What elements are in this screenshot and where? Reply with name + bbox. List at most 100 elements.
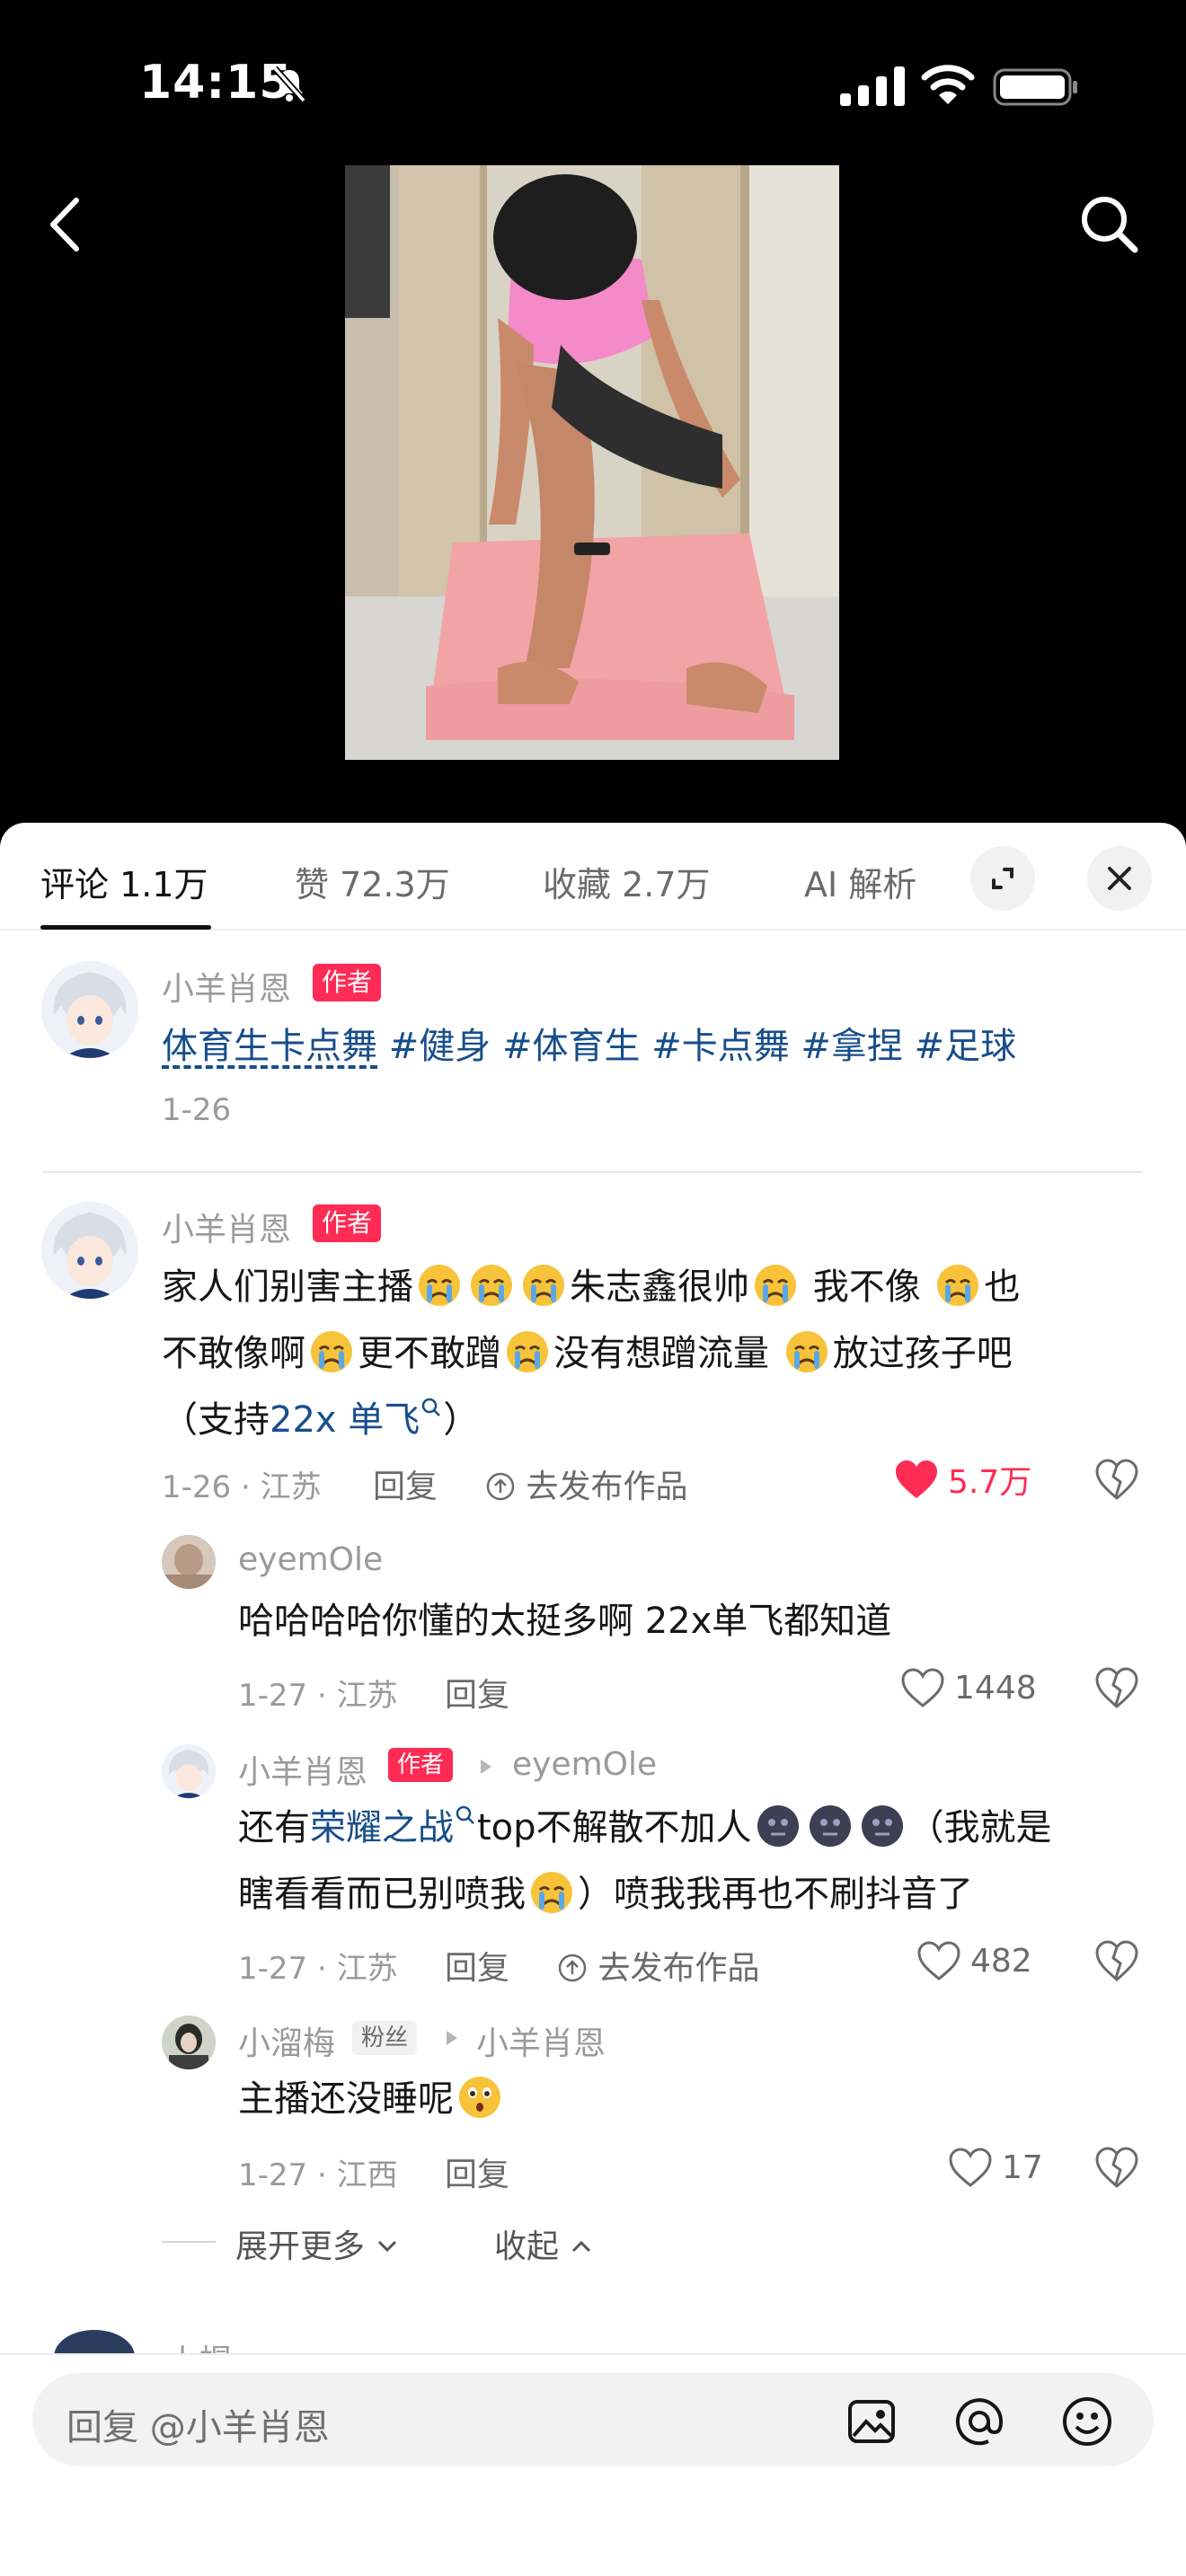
avatar[interactable] xyxy=(162,2016,216,2069)
search-link[interactable]: 荣耀之战 xyxy=(310,1807,454,1848)
comment-username[interactable]: 小羊肖恩 xyxy=(162,1204,291,1250)
hashtag-link[interactable]: #健身 xyxy=(389,1026,491,1067)
wifi-icon xyxy=(921,65,975,104)
like-count: 5.7万 xyxy=(948,1464,1032,1501)
search-mini-icon xyxy=(456,1805,474,1824)
comment-text: 哈哈哈哈你懂的太挺多啊 22x单飞都知道 xyxy=(238,1601,892,1642)
app-screen: 14:15 评论 1.1万 赞 72.3万 收藏 2.7万 AI 解析 小羊肖恩… xyxy=(0,0,1186,2576)
tab-active-indicator xyxy=(40,925,211,930)
comment-line: 不敢像啊 更不敢蹭 没有想蹭流量 放过孩子吧 xyxy=(162,1320,1020,1387)
reply-button[interactable]: 回复 xyxy=(445,1942,509,1989)
mention-icon[interactable] xyxy=(952,2395,1006,2448)
reply-button[interactable]: 回复 xyxy=(445,1669,509,1716)
image-icon[interactable] xyxy=(845,2395,898,2448)
like-button[interactable]: 5.7万 xyxy=(894,1457,1031,1502)
expand-more-button[interactable]: 展开更多 xyxy=(235,2220,400,2267)
comment-username[interactable]: 小羊肖恩 xyxy=(238,1746,367,1793)
hashtag-link[interactable]: #拿捏 xyxy=(801,1026,903,1067)
publish-work-button[interactable]: 去发布作品 xyxy=(557,1942,759,1989)
bell-off-icon xyxy=(272,66,306,103)
search-link[interactable]: 22x 单飞 xyxy=(270,1399,420,1441)
collapse-button[interactable]: 收起 xyxy=(494,2220,594,2267)
hashtag-link[interactable]: #卡点舞 xyxy=(651,1026,790,1067)
avatar[interactable] xyxy=(41,961,138,1058)
author-tag: 作者 xyxy=(313,1204,382,1242)
reply-arrow-icon xyxy=(447,2031,457,2045)
dislike-icon[interactable] xyxy=(1094,2145,1139,2190)
text-span: 没有想蹭流量 xyxy=(553,1333,781,1374)
expand-more-label: 展开更多 xyxy=(235,2228,366,2265)
text-span: 朱志鑫很帅 xyxy=(570,1266,749,1308)
tab-favorites[interactable]: 收藏 2.7万 xyxy=(543,857,711,906)
author-username[interactable]: 小羊肖恩 xyxy=(162,963,291,1010)
reply-button[interactable]: 回复 xyxy=(445,2148,509,2195)
video-player[interactable] xyxy=(345,165,839,760)
like-button[interactable]: 482 xyxy=(916,1938,1032,1983)
reply-to-username[interactable]: eyemOle xyxy=(512,1746,657,1783)
crying-emoji-icon xyxy=(471,1265,512,1306)
tab-comments[interactable]: 评论 1.1万 xyxy=(40,857,208,906)
avatar[interactable] xyxy=(162,1744,216,1798)
comment-text: 还有荣耀之战 top不解散不加人 （我就是 瞎看看而已别喷我 ）喷我我再也不刷抖音了 xyxy=(238,1795,1052,1928)
tab-ai-analysis[interactable]: AI 解析 xyxy=(804,857,916,906)
text-span: 主播还没睡呢 xyxy=(238,2078,454,2120)
divider xyxy=(43,1171,1143,1173)
hashtag-link[interactable]: #足球 xyxy=(915,1026,1017,1067)
like-button[interactable]: 17 xyxy=(948,2145,1043,2190)
heart-outline-icon xyxy=(949,2148,992,2187)
dark-face-emoji-icon xyxy=(809,1805,851,1847)
author-tag: 作者 xyxy=(388,1748,454,1782)
comment-username[interactable]: eyemOle xyxy=(238,1541,383,1578)
comment-meta: 1-27 · 江苏 xyxy=(238,1951,398,1987)
text-span: 放过孩子吧 xyxy=(832,1333,1013,1374)
topic-link[interactable]: 体育生卡点舞 xyxy=(162,1026,377,1067)
tab-likes[interactable]: 赞 72.3万 xyxy=(295,857,450,906)
anime-avatar-image xyxy=(162,1744,216,1798)
reply-input[interactable]: 回复 @小羊肖恩 xyxy=(32,2373,1154,2466)
close-icon xyxy=(1108,867,1131,890)
close-button[interactable] xyxy=(1087,846,1152,911)
back-button[interactable] xyxy=(40,193,94,256)
user-avatar-image xyxy=(162,1535,216,1589)
comment-meta: 1-26 · 江苏 xyxy=(162,1469,322,1505)
author-tag: 作者 xyxy=(313,964,382,1001)
comment-line: （支持22x 单飞 ） xyxy=(162,1387,1020,1453)
reply-to-username[interactable]: 小羊肖恩 xyxy=(476,2017,606,2064)
dislike-icon[interactable] xyxy=(1094,1665,1139,1710)
dislike-icon[interactable] xyxy=(1094,1938,1139,1983)
upload-icon xyxy=(486,1472,515,1501)
reply-input-bar: 回复 @小羊肖恩 xyxy=(0,2353,1186,2576)
publish-label: 去发布作品 xyxy=(526,1469,688,1505)
chevron-up-icon xyxy=(572,2240,591,2253)
like-button[interactable]: 1448 xyxy=(900,1665,1037,1710)
publish-label: 去发布作品 xyxy=(597,1950,760,1987)
like-count: 17 xyxy=(1002,2148,1043,2186)
dark-face-emoji-icon xyxy=(757,1805,799,1847)
post-description: 体育生卡点舞 #健身 #体育生 #卡点舞 #拿捏 #足球 xyxy=(162,1013,1016,1080)
text-span: （支持 xyxy=(162,1399,270,1441)
surprised-emoji-icon xyxy=(459,2077,500,2118)
comment-meta: 1-27 · 江西 xyxy=(238,2157,398,2193)
heart-outline-icon xyxy=(901,1668,944,1707)
avatar[interactable] xyxy=(41,1202,138,1299)
hashtag-link[interactable]: #体育生 xyxy=(502,1026,641,1067)
search-icon[interactable] xyxy=(1074,189,1146,260)
signal-icon xyxy=(840,66,905,106)
chevron-down-icon xyxy=(378,2240,397,2253)
publish-work-button[interactable]: 去发布作品 xyxy=(485,1460,687,1507)
dislike-icon[interactable] xyxy=(1094,1457,1139,1502)
expand-sheet-button[interactable] xyxy=(970,846,1035,911)
text-span: 还有 xyxy=(238,1807,310,1848)
anime-avatar-image xyxy=(41,961,138,1058)
text-span: 也 xyxy=(984,1266,1021,1308)
like-count: 1448 xyxy=(954,1669,1037,1707)
emoji-icon[interactable] xyxy=(1060,2395,1114,2448)
fan-tag: 粉丝 xyxy=(352,2021,418,2055)
battery-icon xyxy=(993,68,1077,106)
comment-username[interactable]: 小溜梅 xyxy=(238,2017,335,2064)
tab-bar: 评论 1.1万 赞 72.3万 收藏 2.7万 AI 解析 xyxy=(0,823,1186,931)
reply-button[interactable]: 回复 xyxy=(373,1460,438,1507)
comment-sheet: 评论 1.1万 赞 72.3万 收藏 2.7万 AI 解析 小羊肖恩 作者 体育… xyxy=(0,823,1186,2576)
avatar[interactable] xyxy=(162,1535,216,1589)
upload-icon xyxy=(558,1954,587,1982)
